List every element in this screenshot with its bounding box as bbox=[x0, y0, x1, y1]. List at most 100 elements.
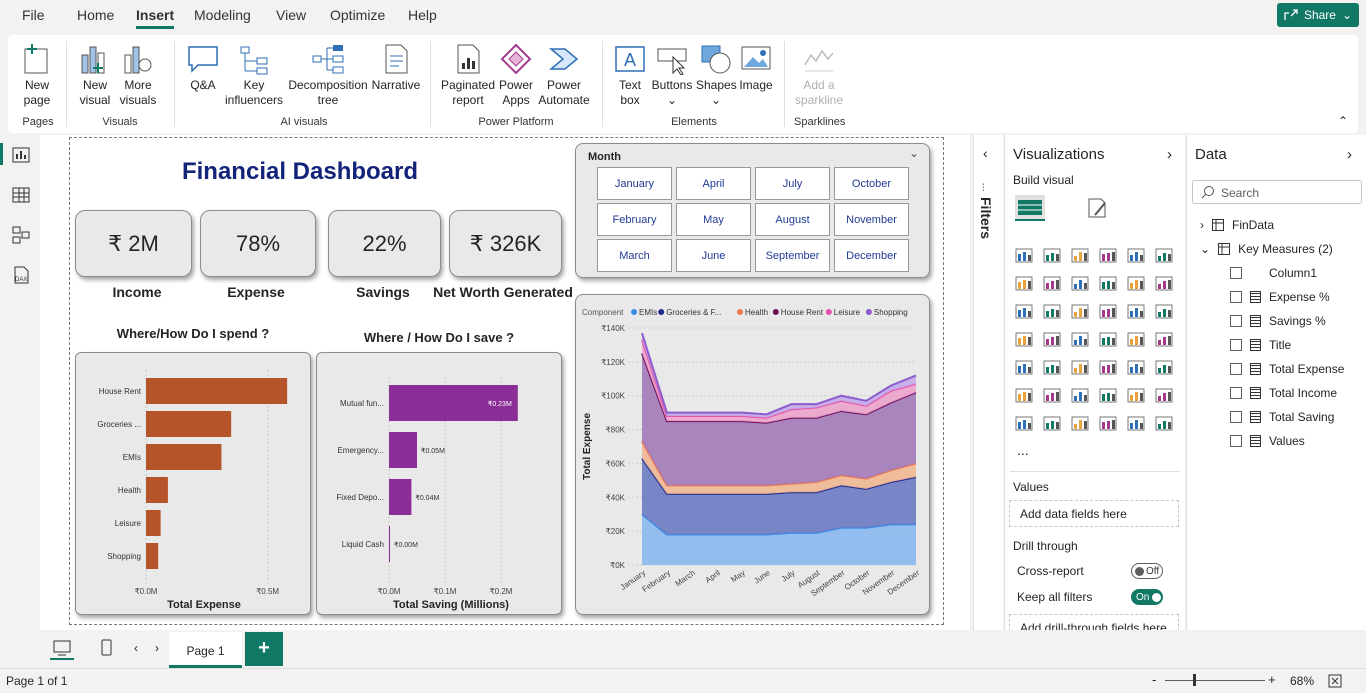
power-automate-icon[interactable] bbox=[1070, 414, 1090, 432]
desktop-layout-icon[interactable] bbox=[53, 640, 71, 656]
slicer-month-june[interactable]: June bbox=[676, 239, 751, 272]
python-visual-icon[interactable] bbox=[1014, 386, 1034, 404]
waterfall-icon[interactable] bbox=[1126, 274, 1146, 292]
metrics-icon[interactable] bbox=[1014, 414, 1034, 432]
qa-icon[interactable] bbox=[1098, 386, 1118, 404]
slicer-month-august[interactable]: August bbox=[755, 203, 830, 236]
field-checkbox[interactable] bbox=[1230, 267, 1242, 279]
100-column-icon[interactable] bbox=[1154, 246, 1174, 264]
chevron-right-icon[interactable]: › bbox=[155, 641, 159, 655]
map-icon[interactable] bbox=[1042, 330, 1062, 348]
add-sparkline-button[interactable]: Add a sparkline bbox=[794, 43, 844, 108]
table-findata[interactable]: › FinData bbox=[1200, 218, 1274, 232]
chevron-left-icon[interactable]: ‹ bbox=[983, 145, 988, 161]
table-icon[interactable] bbox=[1098, 358, 1118, 376]
field-checkbox[interactable] bbox=[1230, 339, 1242, 351]
values-field-well[interactable]: Add data fields here bbox=[1009, 500, 1179, 527]
azure-map-icon[interactable] bbox=[1098, 330, 1118, 348]
zoom-slider-thumb[interactable] bbox=[1193, 674, 1196, 686]
gauge-icon[interactable] bbox=[1126, 330, 1146, 348]
tab-page1[interactable]: Page 1 bbox=[169, 632, 242, 668]
decomposition-tree-button[interactable]: Decomposition tree bbox=[286, 43, 370, 108]
field-item[interactable]: Values bbox=[1230, 434, 1305, 448]
mobile-layout-icon[interactable] bbox=[101, 639, 113, 657]
funnel-icon[interactable] bbox=[1070, 302, 1090, 320]
menu-help[interactable]: Help bbox=[408, 7, 437, 23]
chevron-left-icon[interactable]: ‹ bbox=[134, 641, 138, 655]
menu-home[interactable]: Home bbox=[77, 7, 114, 23]
collapse-ribbon-icon[interactable]: ⌃ bbox=[1338, 114, 1348, 128]
share-button[interactable]: Share ⌄ bbox=[1277, 3, 1359, 27]
month-slicer[interactable]: Month ⌄ January April July October Febru… bbox=[575, 143, 930, 278]
card-icon[interactable] bbox=[1154, 330, 1174, 348]
menu-view[interactable]: View bbox=[276, 7, 306, 23]
format-visual-icon[interactable] bbox=[1083, 195, 1109, 221]
slicer-month-january[interactable]: January bbox=[597, 167, 672, 200]
menu-insert[interactable]: Insert bbox=[136, 7, 175, 29]
matrix-icon[interactable] bbox=[1126, 358, 1146, 376]
dax-query-view-icon[interactable]: DAX bbox=[11, 265, 31, 285]
narrative-icon[interactable] bbox=[1126, 386, 1146, 404]
donut-icon[interactable] bbox=[1154, 302, 1174, 320]
image-button[interactable]: Image bbox=[738, 43, 774, 93]
kpi-icon[interactable] bbox=[1042, 358, 1062, 376]
power-apps-button[interactable]: Power Apps bbox=[498, 43, 534, 108]
field-item[interactable]: Total Expense bbox=[1230, 362, 1344, 376]
keep-all-filters-toggle[interactable]: On bbox=[1131, 589, 1163, 605]
slicer-month-july[interactable]: July bbox=[755, 167, 830, 200]
expense-card[interactable]: 78% bbox=[200, 210, 316, 277]
zoom-out-button[interactable]: - bbox=[1152, 672, 1156, 687]
chevron-right-icon[interactable]: › bbox=[1347, 146, 1352, 163]
scatter-icon[interactable] bbox=[1098, 302, 1118, 320]
clustered-column-icon[interactable] bbox=[1098, 246, 1118, 264]
area-icon[interactable] bbox=[1042, 274, 1062, 292]
funnel-chart-icon[interactable] bbox=[1154, 274, 1174, 292]
savings-card[interactable]: 22% bbox=[328, 210, 441, 277]
power-apps-icon[interactable] bbox=[1042, 414, 1062, 432]
cross-report-toggle[interactable]: Off bbox=[1131, 563, 1163, 579]
add-page-button[interactable]: + bbox=[245, 632, 283, 666]
more-icon[interactable] bbox=[1126, 414, 1146, 432]
key-influencers-icon[interactable] bbox=[1042, 386, 1062, 404]
field-item[interactable]: Savings % bbox=[1230, 314, 1326, 328]
decomp-tree-icon[interactable] bbox=[1070, 386, 1090, 404]
build-visual-tab[interactable] bbox=[1015, 195, 1045, 221]
data-search-input[interactable]: Search bbox=[1192, 180, 1362, 204]
fit-to-page-icon[interactable] bbox=[1328, 674, 1342, 688]
model-view-icon[interactable] bbox=[11, 225, 31, 245]
table-key-measures[interactable]: ⌄ Key Measures (2) bbox=[1200, 242, 1333, 256]
income-card[interactable]: ₹ 2M bbox=[75, 210, 192, 277]
menu-file[interactable]: File bbox=[22, 7, 45, 23]
slicer-month-march[interactable]: March bbox=[597, 239, 672, 272]
narrative-button[interactable]: Narrative bbox=[370, 43, 422, 93]
stacked-column-icon[interactable] bbox=[1042, 246, 1062, 264]
field-checkbox[interactable] bbox=[1230, 411, 1242, 423]
field-checkbox[interactable] bbox=[1230, 363, 1242, 375]
more-visuals-ellipsis[interactable]: ... bbox=[1017, 442, 1029, 458]
zoom-in-button[interactable]: + bbox=[1268, 672, 1276, 687]
arcgis-icon[interactable] bbox=[1098, 414, 1118, 432]
pie-icon[interactable] bbox=[1126, 302, 1146, 320]
treemap-icon[interactable] bbox=[1014, 330, 1034, 348]
slicer-month-september[interactable]: September bbox=[755, 239, 830, 272]
stacked-bar-icon[interactable] bbox=[1014, 246, 1034, 264]
field-checkbox[interactable] bbox=[1230, 315, 1242, 327]
expense-area-chart-card[interactable]: Component EMIs Groceries & F... Health House… bbox=[575, 294, 930, 615]
more2-icon[interactable] bbox=[1154, 414, 1174, 432]
menu-modeling[interactable]: Modeling bbox=[194, 7, 251, 23]
shapes-button[interactable]: Shapes ⌄ bbox=[696, 43, 737, 108]
paginated-icon[interactable] bbox=[1154, 386, 1174, 404]
new-visual-button[interactable]: New visual bbox=[78, 43, 112, 108]
field-item[interactable]: Column1 bbox=[1230, 266, 1317, 280]
qa-button[interactable]: Q&A bbox=[186, 43, 220, 93]
slicer-month-april[interactable]: April bbox=[676, 167, 751, 200]
line-clustered-icon[interactable] bbox=[1042, 302, 1062, 320]
net-worth-card[interactable]: ₹ 326K bbox=[449, 210, 562, 277]
filters-pane-collapsed[interactable]: ‹ ⫶ Filters bbox=[973, 135, 1003, 668]
stacked-area-icon[interactable] bbox=[1070, 274, 1090, 292]
key-influencers-button[interactable]: Key influencers bbox=[222, 43, 286, 108]
100-bar-icon[interactable] bbox=[1126, 246, 1146, 264]
more-visuals-button[interactable]: More visuals bbox=[116, 43, 160, 108]
report-view-icon[interactable] bbox=[11, 145, 31, 165]
chevron-down-icon[interactable]: ⌄ bbox=[909, 146, 919, 160]
